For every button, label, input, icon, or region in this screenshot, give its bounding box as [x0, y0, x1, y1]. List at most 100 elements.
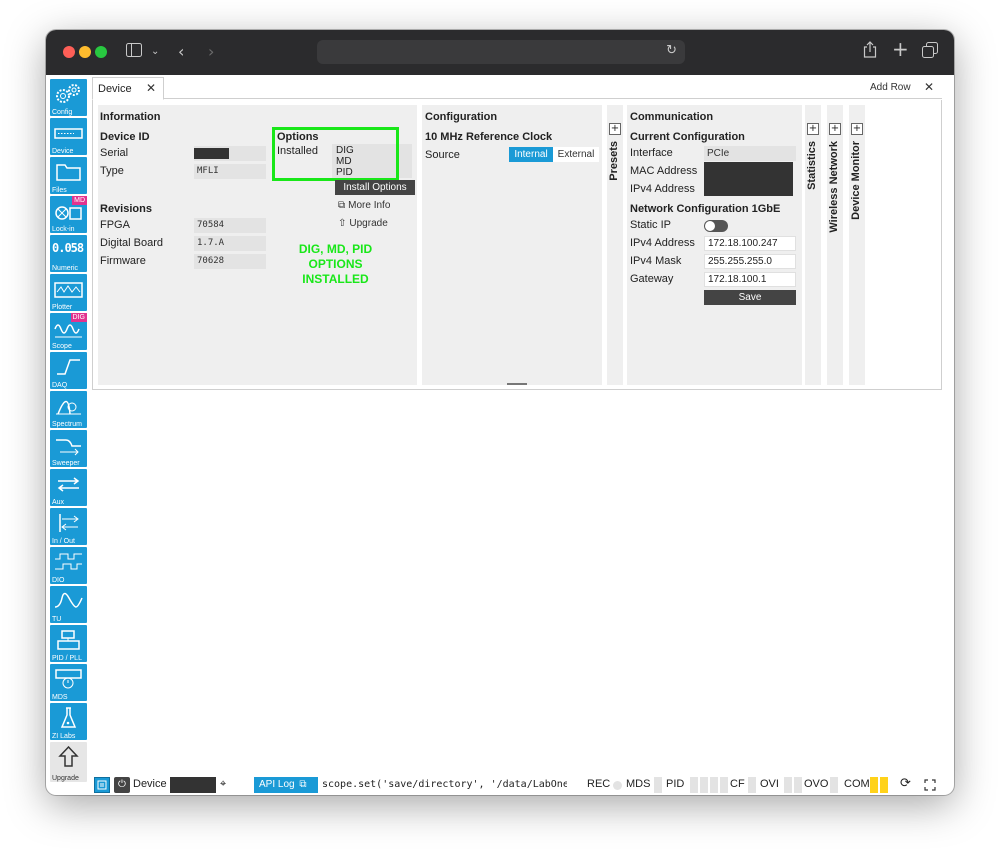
static-ip-label: Static IP — [630, 219, 671, 231]
mac-address-label: MAC Address — [630, 165, 698, 177]
cf-led — [748, 777, 756, 793]
source-external-button[interactable]: External — [553, 147, 599, 162]
close-all-icon[interactable]: ✕ — [924, 80, 934, 94]
folder-icon — [56, 164, 81, 181]
daq-icon — [57, 359, 80, 375]
ovi-led — [784, 777, 792, 793]
firmware-label: Firmware — [100, 255, 146, 267]
sidebar-item-zi-labs[interactable]: ZI Labs — [50, 703, 87, 740]
sidebar-item-upgrade[interactable]: Upgrade — [50, 742, 87, 782]
sidebar-item-pid-pll[interactable]: PID / PLL — [50, 625, 87, 662]
save-button[interactable]: Save — [704, 290, 796, 305]
app-sidebar: Config Device Files MD Lock-in 0.058 Num… — [49, 77, 89, 787]
statistics-expand-icon[interactable]: + — [807, 123, 819, 135]
device-monitor-strip[interactable]: + Device Monitor — [849, 105, 865, 385]
forward-icon[interactable]: › — [208, 42, 214, 62]
tab-overview-icon[interactable] — [922, 42, 938, 63]
source-internal-button[interactable]: Internal — [509, 147, 553, 162]
share-icon[interactable] — [863, 41, 877, 63]
statistics-strip[interactable]: + Statistics — [805, 105, 821, 385]
new-tab-icon[interactable]: + — [892, 39, 909, 59]
tab-close-icon[interactable]: ✕ — [146, 81, 156, 95]
power-icon[interactable]: ⏻ — [114, 777, 130, 793]
interface-label: Interface — [630, 147, 673, 159]
minimize-window-button[interactable] — [79, 46, 91, 58]
dig-badge: DIG — [70, 313, 87, 322]
presets-strip[interactable]: + Presets — [607, 105, 623, 385]
serial-redacted — [194, 148, 229, 159]
sidebar-item-files[interactable]: Files — [50, 157, 87, 194]
tab-strip: Device ✕ Add Row ✕ — [92, 77, 942, 100]
sidebar-item-lock-in[interactable]: MD Lock-in — [50, 196, 87, 233]
sync-icon[interactable]: ⟳ — [900, 776, 911, 791]
install-options-button[interactable]: Install Options — [335, 180, 415, 195]
row-resize-handle[interactable] — [507, 383, 527, 385]
status-bar: ⏻ Device ⌖ API Log ⧉ scope.set('save/dir… — [92, 775, 942, 795]
revisions-title: Revisions — [100, 203, 152, 215]
device-monitor-label: Device Monitor — [850, 141, 862, 220]
fpga-value: 70584 — [194, 218, 266, 233]
sweeper-icon — [56, 439, 81, 456]
mds-led — [654, 777, 662, 793]
browser-window: ⌄ ‹ › ↻ + Config Device Files MD Lock-in… — [46, 30, 954, 795]
presets-expand-icon[interactable]: + — [609, 123, 621, 135]
interface-value: PCIe — [704, 146, 796, 161]
sidebar-item-spectrum[interactable]: Spectrum — [50, 391, 87, 428]
close-window-button[interactable] — [63, 46, 75, 58]
external-link-icon: ⧉ — [299, 779, 307, 790]
more-info-link[interactable]: ⧉ More Info — [338, 200, 390, 211]
ipv4-address-input[interactable]: 172.18.100.247 — [704, 236, 796, 251]
api-log-button[interactable]: API Log ⧉ — [254, 777, 318, 793]
sidebar-item-aux[interactable]: Aux — [50, 469, 87, 506]
tab-device[interactable]: Device ✕ — [92, 77, 164, 100]
sidebar-item-numeric[interactable]: 0.058 Numeric — [50, 235, 87, 272]
crosshair-icon[interactable]: ⌖ — [220, 777, 226, 791]
sidebar-item-plotter[interactable]: Plotter — [50, 274, 87, 311]
back-icon[interactable]: ‹ — [178, 42, 184, 62]
pid-led — [720, 777, 728, 793]
ipv4-mask-label: IPv4 Mask — [630, 255, 682, 267]
information-panel: Information Device ID Serial Type MFLI R… — [98, 105, 417, 385]
wireless-network-label: Wireless Network — [828, 141, 840, 233]
sidebar-toggle-icon[interactable] — [126, 42, 142, 62]
gateway-input[interactable]: 172.18.100.1 — [704, 272, 796, 287]
device-monitor-expand-icon[interactable]: + — [851, 123, 863, 135]
static-ip-toggle[interactable] — [704, 220, 728, 232]
wireless-network-strip[interactable]: + Wireless Network — [827, 105, 843, 385]
log-panel-icon[interactable] — [94, 777, 110, 793]
gateway-label: Gateway — [630, 273, 674, 285]
com-led — [880, 777, 888, 793]
reload-icon[interactable]: ↻ — [666, 43, 677, 58]
pid-led — [710, 777, 718, 793]
device-serial-redacted — [170, 777, 216, 793]
sidebar-item-config[interactable]: Config — [50, 79, 87, 116]
device-id-title: Device ID — [100, 131, 150, 143]
address-bar[interactable]: ↻ — [317, 40, 685, 64]
chevron-down-icon[interactable]: ⌄ — [151, 42, 159, 62]
digital-board-label: Digital Board — [100, 237, 163, 249]
sidebar-item-sweeper[interactable]: Sweeper — [50, 430, 87, 467]
ovo-indicator: OVO — [804, 778, 829, 790]
sidebar-item-tu[interactable]: TU — [50, 586, 87, 623]
zoom-window-button[interactable] — [95, 46, 107, 58]
device-status-label: Device — [133, 778, 167, 790]
aux-icon — [57, 477, 80, 492]
presets-label: Presets — [608, 141, 620, 181]
sidebar-item-in-out[interactable]: In / Out — [50, 508, 87, 545]
md-badge: MD — [72, 196, 87, 205]
upgrade-arrow-icon: ⇧ — [338, 218, 347, 229]
sidebar-item-scope[interactable]: DIG Scope — [50, 313, 87, 350]
gears-icon — [56, 84, 80, 103]
sidebar-item-device[interactable]: Device — [50, 118, 87, 155]
fullscreen-icon[interactable] — [924, 779, 936, 791]
tu-icon — [54, 592, 83, 608]
current-configuration-title: Current Configuration — [630, 131, 745, 143]
sidebar-item-mds[interactable]: MDS — [50, 664, 87, 701]
upgrade-link[interactable]: ⇧ Upgrade — [338, 218, 388, 229]
add-row-button[interactable]: Add Row — [870, 82, 911, 93]
wireless-network-expand-icon[interactable]: + — [829, 123, 841, 135]
com-indicator: COM — [844, 778, 870, 790]
sidebar-item-dio[interactable]: DIO — [50, 547, 87, 584]
sidebar-item-daq[interactable]: DAQ — [50, 352, 87, 389]
ipv4-mask-input[interactable]: 255.255.255.0 — [704, 254, 796, 269]
